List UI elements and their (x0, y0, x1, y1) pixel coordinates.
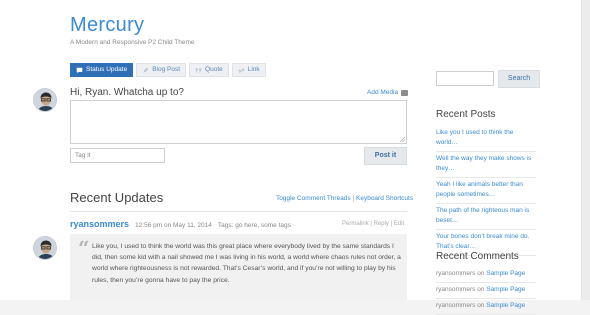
recent-comments-heading: Recent Comments (436, 251, 519, 262)
tab-blog-post[interactable]: Blog Post (136, 63, 187, 77)
entry-tags: Tags: go here, some tags (217, 222, 291, 229)
comment-author[interactable]: ryansommers (436, 286, 475, 293)
page: Mercury A Modern and Responsive P2 Child… (0, 0, 582, 315)
composer-prompt: Hi, Ryan. Whatcha up to? (70, 87, 184, 98)
quote-mark-icon: “ (78, 236, 90, 260)
tab-label: Status Update (86, 66, 128, 73)
tab-label: Link (247, 66, 260, 73)
entry-actions[interactable]: Permalink | Reply | Edit (342, 221, 404, 227)
thread-links: Toggle Comment Threads | Keyboard Shortc… (276, 195, 413, 202)
keyboard-shortcuts-link[interactable]: Keyboard Shortcuts (356, 195, 413, 202)
recent-comment-item: ryansommers on Sample Page (436, 267, 536, 283)
recent-post-link[interactable]: The path of the righteous man is beset… (436, 204, 536, 230)
sidebar-search-input[interactable] (436, 71, 494, 86)
post-type-tabs: Status Update Blog Post Quote Link (70, 63, 266, 77)
comment-on: on (477, 302, 485, 309)
quote-text: Like you, I used to think the world was … (92, 243, 401, 284)
user-photo-icon (34, 237, 56, 259)
comment-post-link[interactable]: Sample Page (486, 302, 525, 309)
tab-status-update[interactable]: Status Update (70, 63, 134, 77)
tab-quote[interactable]: Quote (189, 63, 229, 77)
quote-icon (195, 67, 202, 73)
recent-posts-list: Like you I used to think the world… Well… (436, 126, 536, 256)
resize-grip-icon[interactable] (400, 137, 405, 142)
comment-author[interactable]: ryansommers (436, 270, 475, 277)
add-media-link[interactable]: Add Media (367, 89, 409, 96)
recent-posts-heading: Recent Posts (436, 109, 496, 120)
pencil-icon (143, 67, 149, 73)
comment-icon (76, 67, 83, 73)
recent-post-link[interactable]: Like you I used to think the world… (436, 126, 536, 152)
recent-comment-item: ryansommers on Sample Page (436, 283, 536, 299)
tab-label: Quote (205, 66, 223, 73)
quote-block: “ Like you, I used to think the world wa… (70, 234, 407, 300)
search-button[interactable]: Search (498, 70, 540, 88)
recent-comment-item: ryansommers on Sample Page (436, 299, 536, 315)
recent-comments-list: ryansommers on Sample Page ryansommers o… (436, 267, 536, 315)
comment-post-link[interactable]: Sample Page (486, 286, 525, 293)
comment-on: on (477, 286, 485, 293)
post-it-button[interactable]: Post it (364, 147, 407, 165)
recent-updates-heading: Recent Updates (70, 190, 164, 205)
recent-post-link[interactable]: Yeah I like animals better than people s… (436, 178, 536, 204)
site-description: A Modern and Responsive P2 Child Theme (70, 39, 195, 46)
avatar[interactable] (33, 88, 57, 112)
divider (70, 211, 407, 212)
post-textarea[interactable] (70, 100, 407, 144)
recent-post-link[interactable]: Well the way they make shows is they… (436, 152, 536, 178)
comment-author[interactable]: ryansommers (436, 302, 475, 309)
entry-meta: ryansommers 12:56 pm on May 11, 2014 Tag… (70, 219, 291, 229)
add-media-label: Add Media (367, 89, 399, 96)
tab-link[interactable]: Link (231, 63, 266, 77)
comment-on: on (477, 270, 485, 277)
comment-post-link[interactable]: Sample Page (486, 270, 525, 277)
entry-timestamp[interactable]: 12:56 pm on May 11, 2014 (135, 222, 212, 229)
link-separator: | (352, 195, 355, 202)
entry-author-link[interactable]: ryansommers (70, 219, 129, 229)
toggle-threads-link[interactable]: Toggle Comment Threads (276, 195, 351, 202)
media-icon (401, 89, 409, 96)
tab-label: Blog Post (152, 66, 181, 73)
window-edge (582, 0, 590, 300)
link-icon (238, 67, 245, 73)
site-title[interactable]: Mercury (70, 14, 144, 37)
tag-input[interactable]: Tag it (70, 148, 165, 163)
user-photo-icon (34, 89, 56, 111)
entry-avatar[interactable] (33, 236, 57, 260)
